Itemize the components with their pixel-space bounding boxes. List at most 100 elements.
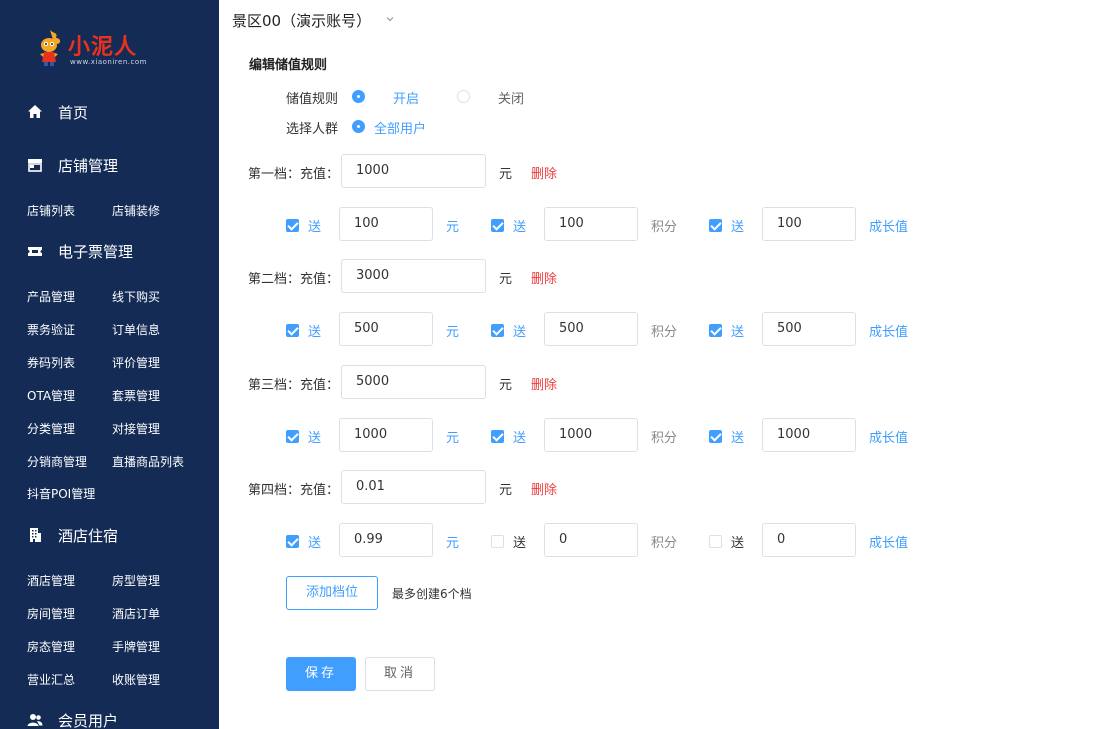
crowd-all-label[interactable]: 全部用户 bbox=[374, 118, 426, 137]
nav-wristband[interactable]: 手牌管理 bbox=[112, 638, 160, 655]
nav-ota[interactable]: OTA管理 bbox=[27, 387, 75, 404]
give-growth-checkbox[interactable] bbox=[709, 430, 722, 443]
give-yuan-input[interactable]: 500 bbox=[339, 312, 433, 346]
give-points-input[interactable]: 0 bbox=[544, 523, 638, 557]
give-yuan-unit: 元 bbox=[446, 220, 460, 235]
nav-member[interactable]: 会员用户 bbox=[0, 708, 219, 729]
give-points-input[interactable]: 100 bbox=[544, 207, 638, 241]
delete-tier-link[interactable]: 删除 bbox=[531, 479, 557, 498]
rule-off-radio[interactable] bbox=[457, 90, 470, 103]
recharge-amount-input[interactable]: 5000 bbox=[341, 365, 486, 399]
give-growth-label[interactable]: 送 bbox=[731, 321, 744, 340]
give-points-checkbox[interactable] bbox=[491, 219, 504, 232]
give-points-label[interactable]: 送 bbox=[513, 216, 526, 235]
give-yuan-label[interactable]: 送 bbox=[308, 532, 321, 551]
nav-product[interactable]: 产品管理 bbox=[27, 288, 75, 305]
nav-ticket[interactable]: 电子票管理 bbox=[0, 239, 219, 263]
scenic-selector[interactable]: 景区00（演示账号） bbox=[232, 10, 371, 31]
recharge-amount-input[interactable]: 3000 bbox=[341, 259, 486, 293]
nav-store-list[interactable]: 店铺列表 bbox=[27, 202, 75, 219]
save-button[interactable]: 保存 bbox=[286, 657, 356, 691]
crowd-all-radio[interactable] bbox=[352, 120, 365, 133]
nav-store-decor[interactable]: 店铺装修 bbox=[112, 202, 160, 219]
recharge-unit: 元 bbox=[499, 167, 513, 182]
nav-store[interactable]: 店铺管理 bbox=[0, 153, 219, 177]
recharge-amount-input[interactable]: 1000 bbox=[341, 154, 486, 188]
add-tier-button[interactable]: 添加档位 bbox=[286, 576, 378, 610]
give-yuan-checkbox[interactable] bbox=[286, 219, 299, 232]
give-yuan-unit: 元 bbox=[446, 536, 460, 551]
rule-off-label[interactable]: 关闭 bbox=[498, 88, 524, 107]
give-growth-unit: 成长值 bbox=[869, 431, 909, 446]
give-growth-checkbox[interactable] bbox=[709, 324, 722, 337]
nav-hotel-orders[interactable]: 酒店订单 bbox=[112, 605, 160, 622]
give-yuan-label[interactable]: 送 bbox=[308, 216, 321, 235]
give-points-label[interactable]: 送 bbox=[513, 321, 526, 340]
give-yuan-input[interactable]: 1000 bbox=[339, 418, 433, 452]
give-growth-checkbox[interactable] bbox=[709, 219, 722, 232]
nav-category[interactable]: 分类管理 bbox=[27, 420, 75, 437]
rule-on-radio[interactable] bbox=[352, 90, 365, 103]
give-points-checkbox[interactable] bbox=[491, 324, 504, 337]
cancel-button[interactable]: 取消 bbox=[365, 657, 435, 691]
nav-douyin-poi[interactable]: 抖音POI管理 bbox=[27, 485, 95, 502]
give-points-label[interactable]: 送 bbox=[513, 532, 526, 551]
nav-ticket-label: 电子票管理 bbox=[58, 243, 134, 261]
give-points-unit: 积分 bbox=[651, 220, 678, 235]
give-growth-label[interactable]: 送 bbox=[731, 427, 744, 446]
nav-package[interactable]: 套票管理 bbox=[112, 387, 160, 404]
nav-live-products[interactable]: 直播商品列表 bbox=[112, 453, 184, 470]
delete-tier-link[interactable]: 删除 bbox=[531, 374, 557, 393]
give-points-checkbox[interactable] bbox=[491, 430, 504, 443]
nav-hotel[interactable]: 酒店住宿 bbox=[0, 523, 219, 547]
nav-billing[interactable]: 收账管理 bbox=[112, 671, 160, 688]
form-title: 编辑储值规则 bbox=[249, 58, 328, 73]
nav-coupon-list[interactable]: 券码列表 bbox=[27, 354, 75, 371]
nav-room-status[interactable]: 房态管理 bbox=[27, 638, 75, 655]
recharge-amount-input[interactable]: 0.01 bbox=[341, 470, 486, 504]
ticket-icon bbox=[28, 247, 42, 256]
give-yuan-unit: 元 bbox=[446, 325, 460, 340]
delete-tier-link[interactable]: 删除 bbox=[531, 268, 557, 287]
give-yuan-input[interactable]: 100 bbox=[339, 207, 433, 241]
nav-home[interactable]: 首页 bbox=[0, 100, 219, 124]
give-growth-input[interactable]: 0 bbox=[762, 523, 856, 557]
give-points-input[interactable]: 500 bbox=[544, 312, 638, 346]
home-icon bbox=[28, 105, 42, 118]
give-growth-input[interactable]: 500 bbox=[762, 312, 856, 346]
give-growth-unit: 成长值 bbox=[869, 220, 909, 235]
give-yuan-checkbox[interactable] bbox=[286, 430, 299, 443]
nav-room-manage[interactable]: 房间管理 bbox=[27, 605, 75, 622]
users-icon bbox=[27, 714, 43, 726]
nav-distributor[interactable]: 分销商管理 bbox=[27, 453, 87, 470]
give-yuan-checkbox[interactable] bbox=[286, 535, 299, 548]
give-yuan-label[interactable]: 送 bbox=[308, 427, 321, 446]
nav-hotel-label: 酒店住宿 bbox=[58, 527, 119, 545]
rule-on-label[interactable]: 开启 bbox=[393, 88, 419, 107]
chevron-down-icon[interactable] bbox=[386, 16, 394, 22]
logo[interactable]: 小泥人 www.xiaoniren.com bbox=[34, 26, 154, 76]
nav-offline-buy[interactable]: 线下购买 bbox=[112, 288, 160, 305]
give-growth-input[interactable]: 100 bbox=[762, 207, 856, 241]
give-yuan-input[interactable]: 0.99 bbox=[339, 523, 433, 557]
nav-room-type[interactable]: 房型管理 bbox=[112, 572, 160, 589]
nav-order-info[interactable]: 订单信息 bbox=[112, 321, 160, 338]
give-points-input[interactable]: 1000 bbox=[544, 418, 638, 452]
give-points-checkbox[interactable] bbox=[491, 535, 504, 548]
give-yuan-checkbox[interactable] bbox=[286, 324, 299, 337]
give-yuan-unit: 元 bbox=[446, 431, 460, 446]
give-yuan-label[interactable]: 送 bbox=[308, 321, 321, 340]
give-growth-label[interactable]: 送 bbox=[731, 216, 744, 235]
nav-hotel-manage[interactable]: 酒店管理 bbox=[27, 572, 75, 589]
nav-ticket-verify[interactable]: 票务验证 bbox=[27, 321, 75, 338]
give-points-label[interactable]: 送 bbox=[513, 427, 526, 446]
give-growth-checkbox[interactable] bbox=[709, 535, 722, 548]
give-growth-input[interactable]: 1000 bbox=[762, 418, 856, 452]
delete-tier-link[interactable]: 删除 bbox=[531, 163, 557, 182]
nav-reviews[interactable]: 评价管理 bbox=[112, 354, 160, 371]
nav-integration[interactable]: 对接管理 bbox=[112, 420, 160, 437]
nav-business-summary[interactable]: 营业汇总 bbox=[27, 671, 75, 688]
give-growth-unit: 成长值 bbox=[869, 536, 909, 551]
mascot-icon bbox=[40, 30, 61, 66]
give-growth-label[interactable]: 送 bbox=[731, 532, 744, 551]
